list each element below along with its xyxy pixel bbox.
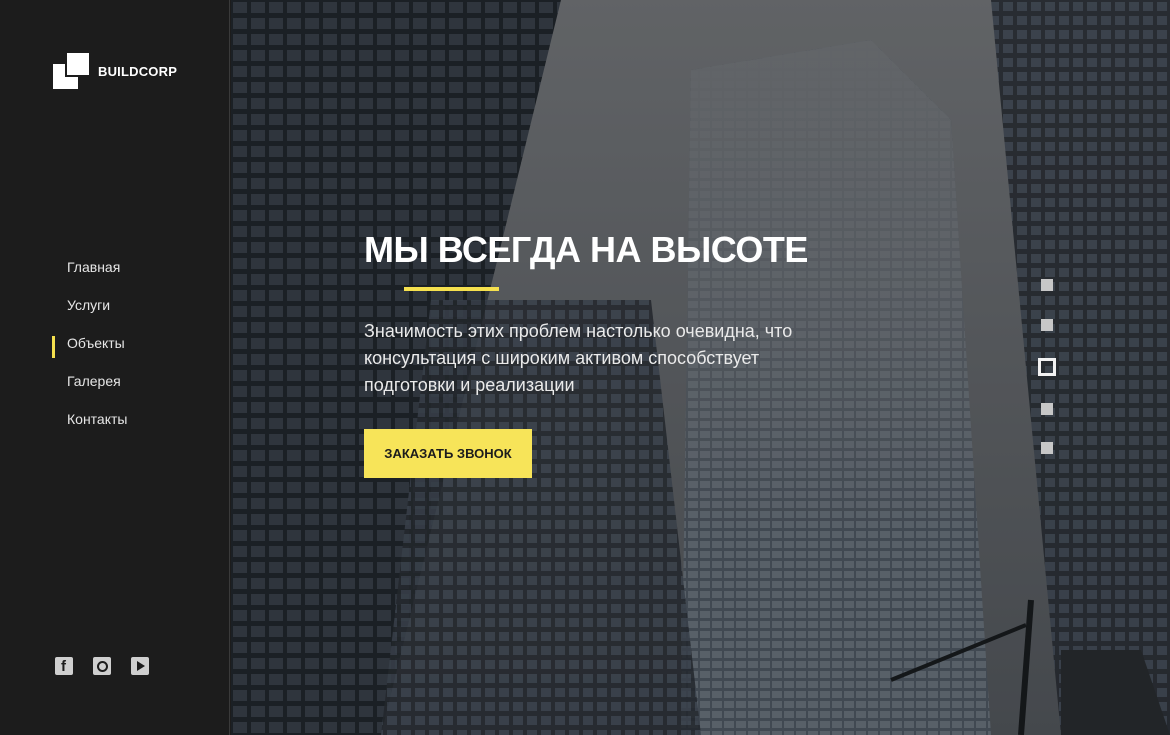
slider-dot-4[interactable] bbox=[1041, 403, 1053, 415]
order-call-button[interactable]: ЗАКАЗАТЬ ЗВОНОК bbox=[364, 429, 532, 478]
nav-item-label: Контакты bbox=[67, 411, 128, 427]
social-links bbox=[55, 657, 149, 675]
slider-dot-5[interactable] bbox=[1041, 442, 1053, 454]
brand-name: BUILDCORP bbox=[98, 63, 178, 79]
hero-section: МЫ ВСЕГДА НА ВЫСОТЕ Значимость этих проб… bbox=[231, 0, 1170, 735]
nav-item-gallery[interactable]: Галерея bbox=[52, 366, 127, 404]
slider-dot-1[interactable] bbox=[1041, 279, 1053, 291]
facebook-icon[interactable] bbox=[55, 657, 73, 675]
main-nav: Главная Услуги Объекты Галерея Контакты bbox=[52, 252, 127, 442]
nav-item-label: Главная bbox=[67, 259, 121, 275]
nav-item-home[interactable]: Главная bbox=[52, 252, 127, 290]
logo-icon bbox=[53, 53, 89, 89]
hero-description: Значимость этих проблем настолько очевид… bbox=[364, 321, 793, 395]
nav-item-contacts[interactable]: Контакты bbox=[52, 404, 127, 442]
nav-item-services[interactable]: Услуги bbox=[52, 290, 127, 328]
nav-item-label: Объекты bbox=[67, 335, 125, 351]
sidebar: BUILDCORP Главная Услуги Объекты Галерея… bbox=[0, 0, 230, 735]
logo[interactable]: BUILDCORP bbox=[53, 53, 177, 89]
nav-item-label: Услуги bbox=[67, 297, 111, 313]
slider-dot-2[interactable] bbox=[1041, 319, 1053, 331]
nav-item-label: Галерея bbox=[67, 373, 121, 389]
slider-dot-3-active[interactable] bbox=[1038, 358, 1056, 376]
youtube-icon[interactable] bbox=[131, 657, 149, 675]
nav-item-objects[interactable]: Объекты bbox=[52, 328, 127, 366]
title-underline bbox=[404, 287, 499, 291]
instagram-icon[interactable] bbox=[93, 657, 111, 675]
hero-title: МЫ ВСЕГДА НА ВЫСОТЕ bbox=[364, 229, 808, 270]
